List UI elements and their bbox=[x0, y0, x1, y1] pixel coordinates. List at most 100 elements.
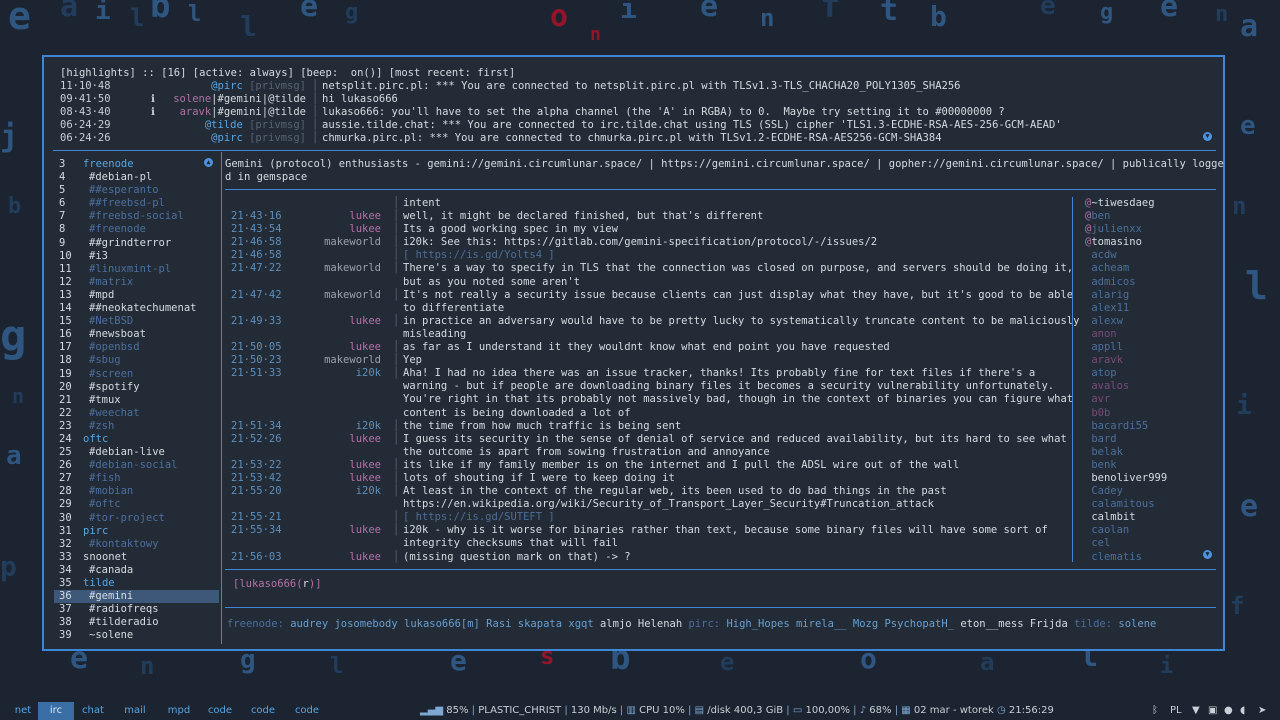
nick-item[interactable]: Cadey bbox=[1084, 485, 1204, 498]
workspace-code[interactable]: code bbox=[248, 702, 278, 720]
buffer-item[interactable]: 21 #tmux bbox=[54, 394, 219, 407]
input-line[interactable]: [lukaso666(r)] bbox=[233, 578, 322, 591]
buffer-item[interactable]: 38 #tilderadio bbox=[54, 616, 219, 629]
message-nick[interactable]: lukee bbox=[301, 223, 393, 236]
buffer-item[interactable]: 28 #mobian bbox=[54, 485, 219, 498]
nick-item[interactable]: calamitous bbox=[1084, 498, 1204, 511]
buffer-item[interactable]: 37 #radiofreqs bbox=[54, 603, 219, 616]
nick-item[interactable]: avr bbox=[1084, 393, 1204, 406]
nick-item[interactable]: appll bbox=[1084, 341, 1204, 354]
message-nick[interactable]: makeworld bbox=[301, 236, 393, 249]
chat-tray-icon[interactable]: ● bbox=[1224, 702, 1233, 720]
bluetooth-icon[interactable]: ᛒ bbox=[1152, 702, 1158, 720]
buffer-item[interactable]: 12 #matrix bbox=[54, 276, 219, 289]
nick-item[interactable]: caolan bbox=[1084, 524, 1204, 537]
buffer-item[interactable]: 36 #gemini bbox=[54, 590, 219, 604]
message-nick[interactable]: lukee bbox=[301, 472, 393, 485]
workspace-code[interactable]: code bbox=[205, 702, 235, 720]
nick-list[interactable]: @~tiwesdaeg @ben @julienxx @tomasino acdw a… bbox=[1084, 197, 1204, 564]
buffer-item[interactable]: 14 ##neokatechumenat bbox=[54, 302, 219, 315]
message-nick[interactable]: lukee bbox=[301, 459, 393, 472]
terminal-window[interactable]: [highlights] :: [16] [active: always] [b… bbox=[42, 55, 1225, 651]
scroll-down-icon[interactable]: ▼ bbox=[1203, 550, 1212, 559]
buffer-item[interactable]: 25 #debian-live bbox=[54, 446, 219, 459]
nick-item[interactable]: clematis bbox=[1084, 551, 1204, 564]
highlight-row[interactable]: 09·41·50 ℹ solene|#gemini|@tilde │ hi lukaso… bbox=[60, 93, 1210, 106]
buffer-item[interactable]: 10 #i3 bbox=[54, 250, 219, 263]
nick-item[interactable]: benk bbox=[1084, 459, 1204, 472]
buffer-item[interactable]: 13 #mpd bbox=[54, 289, 219, 302]
buffer-item[interactable]: 30 #tor-project bbox=[54, 512, 219, 525]
buffer-item[interactable]: 9 ##grindterror bbox=[54, 237, 219, 250]
nick-item[interactable]: bacardi55 bbox=[1084, 420, 1204, 433]
nick-item[interactable]: cel bbox=[1084, 537, 1204, 550]
scroll-down-icon[interactable]: ▼ bbox=[1203, 132, 1212, 141]
nick-item[interactable]: atop bbox=[1084, 367, 1204, 380]
message-nick[interactable]: i20k bbox=[301, 367, 393, 419]
send-tray-icon[interactable]: ➤ bbox=[1258, 702, 1266, 720]
message-nick[interactable]: i20k bbox=[301, 485, 393, 511]
keyboard-layout[interactable]: PL bbox=[1170, 702, 1182, 720]
nick-item[interactable]: alarig bbox=[1084, 289, 1204, 302]
message-nick[interactable]: makeworld bbox=[301, 289, 393, 315]
message-nick[interactable] bbox=[301, 197, 393, 210]
nick-item[interactable]: @~tiwesdaeg bbox=[1084, 197, 1204, 210]
buffer-item[interactable]: 8 #freenode bbox=[54, 223, 219, 236]
chat-messages[interactable]: │ intent 21·43·16 lukee │ well, it might be d… bbox=[231, 197, 1081, 564]
buffer-item[interactable]: 34 #canada bbox=[54, 564, 219, 577]
wifi-tray-icon[interactable]: ▼ bbox=[1192, 702, 1200, 720]
highlight-row[interactable]: 06·24·26 @pirc [privmsg] │ chmurka.pirc.pl:… bbox=[60, 132, 1210, 145]
message-link[interactable]: [ https://is.gd/Yolts4 ] bbox=[403, 249, 1081, 262]
nick-item[interactable]: calmbit bbox=[1084, 511, 1204, 524]
buffer-item[interactable]: 3 freenode bbox=[54, 158, 219, 171]
workspace-mail[interactable]: mail bbox=[120, 702, 150, 720]
nick-item[interactable]: acdw bbox=[1084, 249, 1204, 262]
nick-item[interactable]: bard bbox=[1084, 433, 1204, 446]
buffer-item[interactable]: 11 #linuxmint-pl bbox=[54, 263, 219, 276]
nick-item[interactable]: @ben bbox=[1084, 210, 1204, 223]
nick-item[interactable]: admicos bbox=[1084, 276, 1204, 289]
nick-item[interactable]: alex11 bbox=[1084, 302, 1204, 315]
buffer-item[interactable]: 29 #oftc bbox=[54, 498, 219, 511]
buffer-item[interactable]: 33 snoonet bbox=[54, 551, 219, 564]
nick-item[interactable]: acheam bbox=[1084, 262, 1204, 275]
message-nick[interactable]: lukee bbox=[301, 524, 393, 550]
buffer-item[interactable]: 7 #freebsd-social bbox=[54, 210, 219, 223]
message-nick[interactable]: lukee bbox=[301, 315, 393, 341]
scroll-up-icon[interactable]: ▲ bbox=[204, 158, 213, 167]
window-tray-icon[interactable]: ▣ bbox=[1208, 702, 1217, 720]
workspace-mpd[interactable]: mpd bbox=[164, 702, 194, 720]
buffer-item[interactable]: 22 #weechat bbox=[54, 407, 219, 420]
nick-item[interactable]: avalos bbox=[1084, 380, 1204, 393]
buffer-item[interactable]: 5 ##esperanto bbox=[54, 184, 219, 197]
nick-item[interactable]: belak bbox=[1084, 446, 1204, 459]
message-nick[interactable]: lukee bbox=[301, 341, 393, 354]
buffer-item[interactable]: 6 ##freebsd-pl bbox=[54, 197, 219, 210]
nick-item[interactable]: aravk bbox=[1084, 354, 1204, 367]
buffer-item[interactable]: 15 #NetBSD bbox=[54, 315, 219, 328]
message-nick[interactable]: makeworld bbox=[301, 262, 393, 288]
message-nick[interactable]: i20k bbox=[301, 420, 393, 433]
buffer-item[interactable]: 35 tilde bbox=[54, 577, 219, 590]
highlight-row[interactable]: 11·10·48 @pirc [privmsg] │ netsplit.pirc.pl… bbox=[60, 80, 1210, 93]
buffer-item[interactable]: 26 #debian-social bbox=[54, 459, 219, 472]
message-nick[interactable] bbox=[301, 511, 393, 524]
buffer-item[interactable]: 18 #sbug bbox=[54, 354, 219, 367]
message-nick[interactable]: lukee bbox=[301, 210, 393, 223]
message-nick[interactable]: lukee bbox=[301, 433, 393, 459]
buffer-item[interactable]: 16 #newsboat bbox=[54, 328, 219, 341]
nick-item[interactable]: b0b bbox=[1084, 407, 1204, 420]
nick-item[interactable]: alexw bbox=[1084, 315, 1204, 328]
buffer-list[interactable]: 3 freenode 4 #debian-pl 5 ##esperanto 6 ##freeb… bbox=[54, 158, 219, 642]
workspace-net[interactable]: net bbox=[8, 702, 38, 720]
message-nick[interactable]: makeworld bbox=[301, 354, 393, 367]
nick-item[interactable]: @tomasino bbox=[1084, 236, 1204, 249]
volume-tray-icon[interactable]: ◖ bbox=[1240, 702, 1245, 720]
buffer-item[interactable]: 17 #openbsd bbox=[54, 341, 219, 354]
nick-item[interactable]: @julienxx bbox=[1084, 223, 1204, 236]
message-nick[interactable] bbox=[301, 249, 393, 262]
buffer-item[interactable]: 23 #zsh bbox=[54, 420, 219, 433]
buffer-item[interactable]: 19 #screen bbox=[54, 368, 219, 381]
workspace-irc[interactable]: irc bbox=[38, 702, 74, 720]
buffer-item[interactable]: 27 #fish bbox=[54, 472, 219, 485]
